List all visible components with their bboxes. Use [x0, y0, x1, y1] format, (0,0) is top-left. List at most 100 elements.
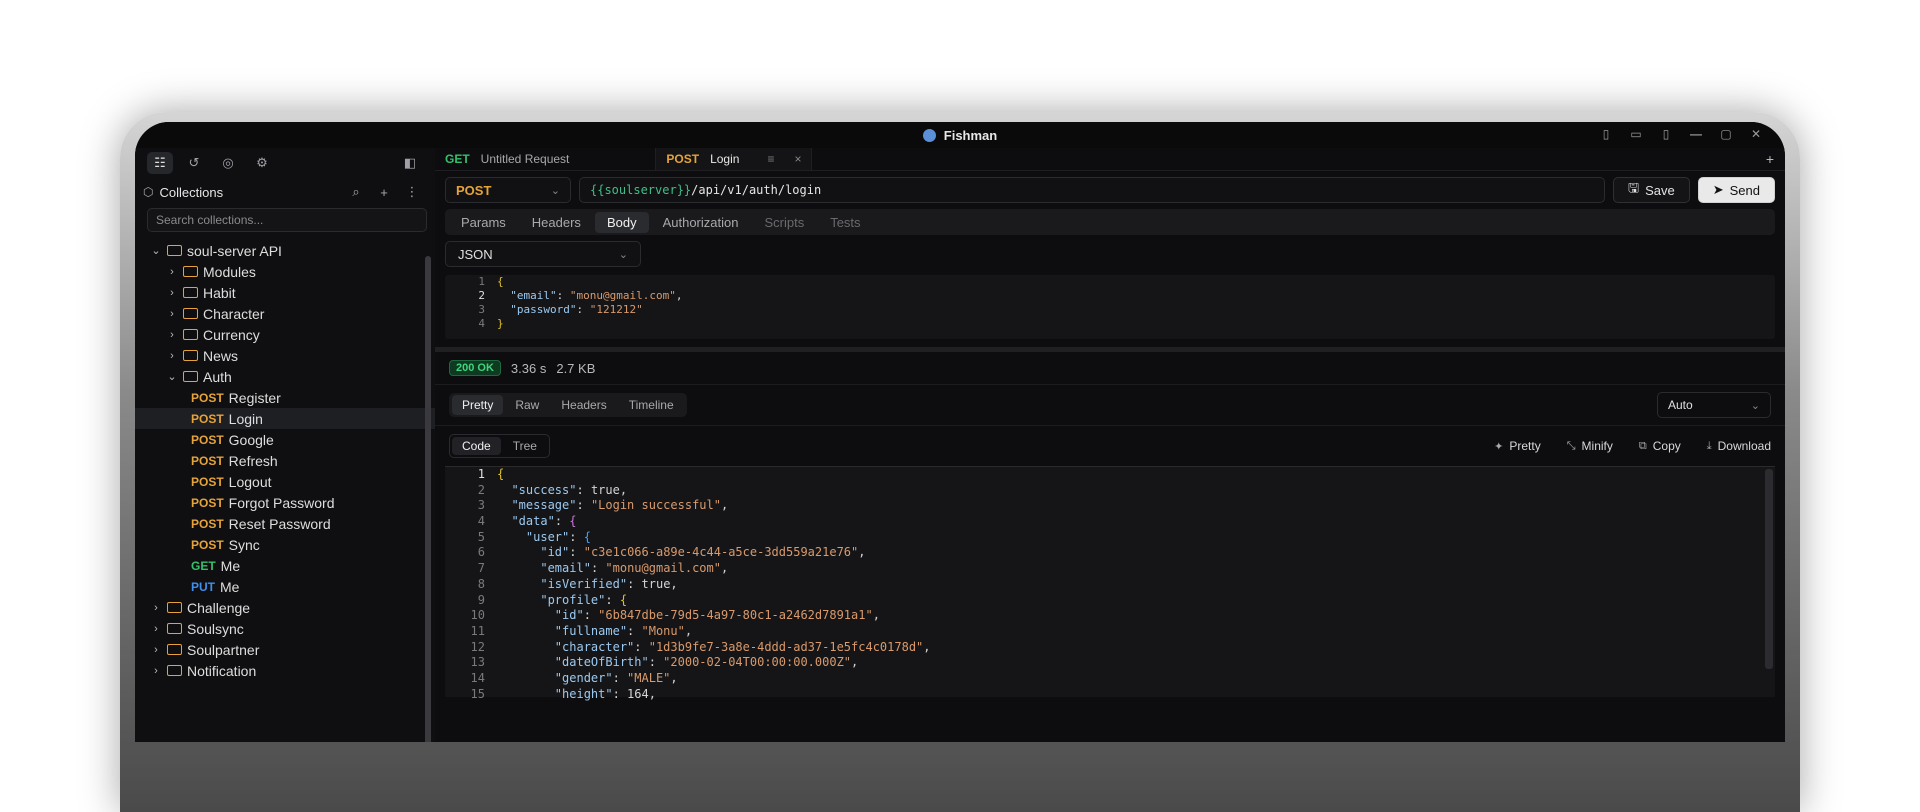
- send-label: Send: [1729, 182, 1760, 198]
- add-collection-icon[interactable]: +: [373, 185, 395, 200]
- response-scrollbar[interactable]: [1765, 469, 1773, 669]
- copy-button[interactable]: ⧉ Copy: [1639, 439, 1681, 453]
- response-body-viewer[interactable]: 1{2 "success": true, 3 "message": "Login …: [445, 466, 1775, 701]
- tree-request[interactable]: GET Me: [135, 555, 435, 576]
- tree-request[interactable]: POST Reset Password: [135, 513, 435, 534]
- search-collections-input[interactable]: Search collections...: [147, 208, 427, 232]
- sidebar-scrollbar[interactable]: [425, 256, 431, 742]
- request-method: POST: [191, 453, 224, 468]
- title-bar: Fishman ▯ ▭ ▯ — ▢ ✕: [135, 122, 1785, 149]
- code-text: "id": "6b847dbe-79d5-4a97-80c1-a2462d789…: [554, 608, 880, 623]
- pretty-label: Pretty: [1509, 439, 1541, 453]
- tree-folder[interactable]: › Character: [135, 303, 435, 324]
- toggle-sidebar-icon[interactable]: ▯: [1597, 126, 1615, 142]
- minify-button[interactable]: ⤡ Minify: [1567, 439, 1613, 453]
- tab-tree[interactable]: Tree: [503, 437, 547, 455]
- toggle-panel-icon[interactable]: ▭: [1627, 126, 1645, 142]
- save-button[interactable]: 🖫 Save: [1613, 177, 1690, 203]
- download-button[interactable]: ⤓ Download: [1707, 439, 1771, 453]
- close-tab-icon[interactable]: ×: [794, 152, 801, 166]
- tree-request[interactable]: POST Login: [135, 408, 435, 429]
- tree-request[interactable]: POST Forgot Password: [135, 492, 435, 513]
- folder-icon: [183, 350, 198, 361]
- minimize-icon[interactable]: —: [1687, 126, 1705, 142]
- close-icon[interactable]: ✕: [1747, 126, 1765, 142]
- code-line: 10 "id": "6b847dbe-79d5-4a97-80c1-a2462d…: [445, 608, 1775, 624]
- tree-item-label: soul-server API: [187, 242, 282, 259]
- tree-folder[interactable]: ⌄ Auth: [135, 366, 435, 387]
- line-number: 4: [477, 514, 485, 529]
- chevron-down-icon: ⌄: [550, 184, 560, 197]
- tree-folder[interactable]: › Habit: [135, 282, 435, 303]
- tree-item-label: Me: [220, 578, 240, 595]
- collapse-sidebar-icon[interactable]: ◧: [397, 152, 423, 174]
- send-button[interactable]: ➤ Send: [1697, 177, 1775, 203]
- method-select[interactable]: POST ⌄: [445, 177, 571, 203]
- settings-icon[interactable]: ⚙: [249, 152, 275, 174]
- line-number: 15: [470, 686, 485, 701]
- tab-raw[interactable]: Raw: [505, 395, 549, 415]
- toggle-right-panel-icon[interactable]: ▯: [1657, 126, 1675, 142]
- tree-request[interactable]: POST Sync: [135, 534, 435, 555]
- code-line: 6 "id": "c3e1c066-a89e-4c44-a5ce-3dd559a…: [445, 545, 1775, 561]
- tree-folder[interactable]: › Soulpartner: [135, 639, 435, 660]
- code-line: 14 "gender": "MALE",: [445, 671, 1775, 687]
- tab-menu-icon[interactable]: ≡: [767, 152, 774, 166]
- tree-folder[interactable]: › Modules: [135, 261, 435, 282]
- pretty-button[interactable]: ✦ Pretty: [1494, 439, 1541, 453]
- tree-folder[interactable]: › News: [135, 345, 435, 366]
- tab-code[interactable]: Code: [452, 437, 501, 455]
- chevron-right-icon: ›: [154, 622, 158, 635]
- maximize-icon[interactable]: ▢: [1717, 126, 1735, 142]
- code-line: 13 "dateOfBirth": "2000-02-04T00:00:00.0…: [445, 655, 1775, 671]
- tree-request[interactable]: PUT Me: [135, 576, 435, 597]
- tab-authorization[interactable]: Authorization: [651, 212, 751, 233]
- tree-folder[interactable]: › Notification: [135, 660, 435, 681]
- chevron-right-icon: ›: [154, 664, 158, 677]
- tree-request[interactable]: POST Refresh: [135, 450, 435, 471]
- body-type-select[interactable]: JSON ⌄: [445, 241, 641, 267]
- tab-label: Untitled Request: [480, 152, 570, 166]
- tree-request[interactable]: POST Logout: [135, 471, 435, 492]
- tab-tests[interactable]: Tests: [818, 212, 872, 233]
- code-line: 5 "user": {: [445, 530, 1775, 546]
- collections-icon[interactable]: ☷: [147, 152, 173, 174]
- code-line: 1{: [445, 275, 1775, 289]
- code-line: 3 "password": "121212": [445, 303, 1775, 317]
- tree-folder[interactable]: › Soulsync: [135, 618, 435, 639]
- tree-item-label: Register: [228, 389, 281, 406]
- tab-body[interactable]: Body: [594, 211, 649, 233]
- tab-response-headers[interactable]: Headers: [551, 395, 616, 415]
- environments-icon[interactable]: ◎: [215, 152, 241, 174]
- tab-headers[interactable]: Headers: [520, 212, 593, 233]
- chevron-right-icon: ›: [170, 286, 174, 299]
- tab-untitled-request[interactable]: GET Untitled Request: [435, 148, 657, 170]
- request-method: POST: [191, 390, 224, 405]
- request-method: POST: [191, 411, 224, 426]
- new-tab-icon[interactable]: +: [1755, 148, 1785, 170]
- search-icon[interactable]: ⌕: [345, 184, 367, 200]
- request-method: GET: [191, 558, 216, 573]
- history-icon[interactable]: ↺: [181, 152, 207, 174]
- tree-folder[interactable]: ⌄ soul-server API: [135, 240, 435, 261]
- tree-request[interactable]: POST Google: [135, 429, 435, 450]
- code-line: 2 "success": true,: [445, 483, 1775, 499]
- url-input[interactable]: {{soulserver}}/api/v1/auth/login: [579, 177, 1605, 203]
- request-body-editor[interactable]: 1{2 "email": "monu@gmail.com", 3 "passwor…: [445, 275, 1775, 339]
- tab-scripts[interactable]: Scripts: [752, 212, 816, 233]
- tree-folder[interactable]: › Currency: [135, 324, 435, 345]
- tab-params[interactable]: Params: [449, 212, 518, 233]
- tree-item-label: Challenge: [187, 599, 251, 616]
- tree-request[interactable]: POST Register: [135, 387, 435, 408]
- format-select[interactable]: Auto ⌄: [1657, 392, 1771, 418]
- copy-label: Copy: [1652, 439, 1681, 453]
- code-line: 12 "character": "1d3b9fe7-3a8e-4ddd-ad37…: [445, 640, 1775, 656]
- tree-folder[interactable]: › Challenge: [135, 597, 435, 618]
- more-icon[interactable]: ⋮: [401, 184, 423, 200]
- url-bar: POST ⌄ {{soulserver}}/api/v1/auth/login …: [435, 171, 1785, 209]
- request-method: POST: [191, 537, 224, 552]
- chevron-right-icon: ›: [170, 328, 174, 341]
- tab-pretty[interactable]: Pretty: [452, 395, 504, 415]
- tab-timeline[interactable]: Timeline: [619, 395, 684, 415]
- tab-login[interactable]: POST Login ≡ ×: [656, 148, 813, 170]
